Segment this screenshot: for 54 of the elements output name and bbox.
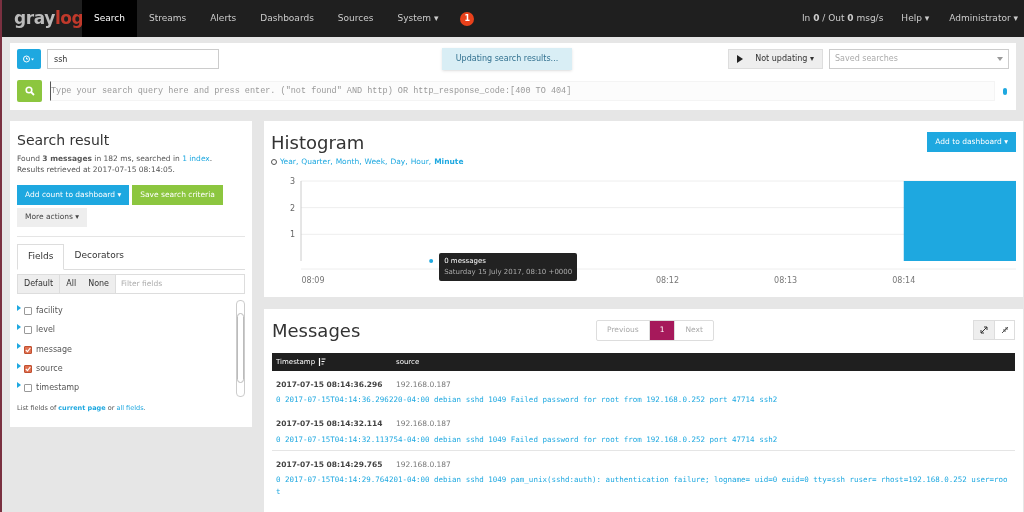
- search-button[interactable]: [17, 80, 42, 102]
- nav-item[interactable]: Streams: [136, 0, 199, 37]
- panel-title: Histogram: [271, 131, 365, 155]
- y-tick-label: 1: [289, 230, 295, 240]
- expand-button[interactable]: [974, 321, 994, 339]
- tab[interactable]: Fields: [17, 243, 65, 270]
- panel-title: Search result: [17, 131, 111, 150]
- nav-menu[interactable]: Administrator ▾: [949, 11, 1018, 26]
- dropdown-caret-icon: [997, 57, 1003, 61]
- field-checkbox[interactable]: [24, 384, 32, 393]
- field-name: level: [36, 324, 56, 337]
- nav-item[interactable]: Dashboards: [248, 0, 326, 37]
- filter-button[interactable]: None: [82, 274, 116, 293]
- y-tick-label: 3: [289, 177, 295, 187]
- field-checkbox[interactable]: [24, 326, 32, 335]
- clock-caret-icon: [23, 55, 35, 63]
- x-tick-label: 08:14: [892, 276, 916, 286]
- nav-menu[interactable]: Help ▾: [901, 11, 930, 26]
- field-name: timestamp: [36, 382, 80, 395]
- hover-point[interactable]: [429, 259, 434, 264]
- field-name: message: [36, 343, 72, 356]
- collapse-icon: [1000, 326, 1009, 334]
- x-tick-label: 08:13: [774, 276, 798, 286]
- x-tick-label: 08:12: [655, 276, 679, 286]
- scrollbar[interactable]: [236, 299, 245, 397]
- panel-title: Messages: [272, 318, 362, 343]
- play-icon: [737, 55, 744, 63]
- nav-item[interactable]: Search: [82, 0, 137, 37]
- field-checkbox[interactable]: [24, 306, 32, 315]
- search-icon: [24, 86, 35, 96]
- loading-notice: Updating search results...: [441, 48, 573, 70]
- bulb-icon: [1003, 87, 1007, 95]
- field-checkbox[interactable]: [24, 345, 32, 354]
- throughput-text: In 0 / Out 0 msg/s: [801, 11, 884, 25]
- nav-item[interactable]: System ▾: [385, 0, 451, 37]
- graylog-logo[interactable]: graylog: [2, 5, 82, 32]
- nav-item[interactable]: Sources: [325, 0, 386, 37]
- range-type-button[interactable]: [17, 49, 41, 69]
- refresh-button[interactable]: Not updating ▾: [728, 49, 823, 69]
- query-input-field[interactable]: Type your search query here and press enter. ("not found" AND http) OR http_response_code:[400 TO 404]: [50, 81, 995, 101]
- expand-icon: [980, 326, 988, 334]
- field-name: source: [36, 362, 63, 375]
- field-checkbox[interactable]: [24, 364, 32, 373]
- filter-button[interactable]: All: [60, 274, 83, 293]
- tab[interactable]: Decorators: [64, 243, 135, 269]
- y-tick-label: 2: [289, 203, 295, 213]
- notification-badge[interactable]: 1: [460, 11, 475, 26]
- nav-item[interactable]: Alerts: [198, 0, 249, 37]
- x-tick-label: 08:09: [301, 276, 325, 286]
- sort-icon[interactable]: [318, 358, 327, 366]
- histogram-bar[interactable]: [903, 181, 1016, 262]
- field-name: facility: [36, 304, 63, 317]
- filter-button[interactable]: Default: [18, 274, 61, 293]
- range-input-field[interactable]: ssh: [47, 49, 219, 69]
